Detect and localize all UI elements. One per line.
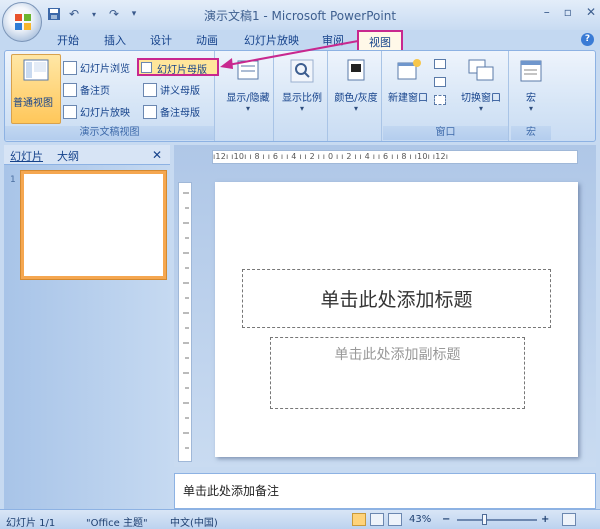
- tab-animation[interactable]: 动画: [196, 32, 218, 48]
- slide-count-status: 幻灯片 1/1: [6, 518, 56, 529]
- dropdown-arrow-icon: ▾: [299, 104, 304, 113]
- slide-master-icon: [141, 62, 152, 73]
- title-placeholder[interactable]: 单击此处添加标题: [242, 269, 551, 328]
- arrange-all-icon[interactable]: [434, 59, 446, 69]
- window-title: 演示文稿1 - Microsoft PowerPoint: [203, 9, 397, 23]
- title-bar: ↶ ▾ ↷ ▾ 演示文稿1 - Microsoft PowerPoint – ▫…: [0, 0, 600, 30]
- handout-master-label: 讲义母版: [160, 86, 200, 97]
- group-window: 新建窗口 切换窗口 ▾ 窗口: [383, 51, 509, 141]
- slides-pane: 1: [4, 165, 170, 509]
- tab-slides[interactable]: 幻灯片: [10, 148, 43, 164]
- fit-to-window-icon[interactable]: [562, 513, 576, 526]
- zoom-slider[interactable]: [457, 519, 537, 521]
- office-logo-icon: [15, 14, 31, 30]
- close-button[interactable]: ✕: [586, 5, 596, 19]
- status-bar: 幻灯片 1/1 "Office 主题" 中文(中国) 43% − +: [0, 509, 600, 529]
- slide-sorter-button[interactable]: 幻灯片浏览: [63, 60, 130, 75]
- switch-window-icon: [465, 55, 497, 87]
- arrange-buttons: [434, 59, 448, 119]
- new-window-button[interactable]: 新建窗口: [384, 55, 432, 104]
- normal-view-icon: [23, 59, 49, 81]
- tab-outline[interactable]: 大纲: [57, 148, 79, 164]
- macros-icon: [515, 55, 547, 87]
- help-icon[interactable]: ?: [581, 33, 594, 46]
- powerpoint-window: ↶ ▾ ↷ ▾ 演示文稿1 - Microsoft PowerPoint – ▫…: [0, 0, 600, 529]
- normal-view-label: 普通视图: [13, 98, 53, 109]
- slide-sorter-status-icon[interactable]: [370, 513, 384, 526]
- dropdown-arrow-icon: ▾: [478, 104, 483, 113]
- tab-view-label: 视图: [369, 36, 391, 49]
- notes-page-icon: [63, 82, 77, 97]
- zoom-out-icon[interactable]: −: [442, 514, 450, 525]
- new-window-label: 新建窗口: [388, 93, 428, 104]
- horizontal-ruler: ı12ı ı10ı ı 8 ı ı 6 ı ı 4 ı ı 2 ı ı 0 ı …: [212, 150, 578, 164]
- notes-master-button[interactable]: 备注母版: [143, 104, 200, 119]
- notes-page-button[interactable]: 备注页: [63, 82, 110, 97]
- group-macros: 宏 ▾ 宏: [511, 51, 551, 141]
- normal-view-button[interactable]: 普通视图: [11, 54, 61, 124]
- notes-pane[interactable]: 单击此处添加备注: [174, 473, 596, 509]
- slide-master-button[interactable]: 幻灯片母版: [137, 58, 219, 76]
- slide-number: 1: [10, 175, 16, 185]
- tab-view[interactable]: 视图: [357, 30, 403, 52]
- tab-design[interactable]: 设计: [150, 32, 172, 48]
- minimize-button[interactable]: –: [544, 5, 550, 19]
- zoom-in-icon[interactable]: +: [541, 514, 549, 525]
- dropdown-arrow-icon: ▾: [353, 104, 358, 113]
- group-label-views: 演示文稿视图: [5, 126, 214, 140]
- vertical-ruler: [178, 182, 192, 462]
- show-hide-label: 显示/隐藏: [226, 93, 270, 104]
- window-controls: – ▫ ✕: [544, 5, 596, 19]
- switch-window-button[interactable]: 切换窗口 ▾: [455, 55, 507, 113]
- color-gray-label: 颜色/灰度: [334, 93, 378, 104]
- slide-show-label: 幻灯片放映: [80, 108, 130, 119]
- office-button[interactable]: [2, 2, 42, 42]
- macros-button[interactable]: 宏 ▾: [513, 55, 549, 113]
- notes-master-label: 备注母版: [160, 108, 200, 119]
- normal-view-status-icon[interactable]: [352, 513, 366, 526]
- annotation-arrow: [220, 40, 359, 69]
- tab-insert[interactable]: 插入: [104, 32, 126, 48]
- slide-show-view-button[interactable]: 幻灯片放映: [63, 104, 130, 119]
- slide-pane-tabs: 幻灯片 大纲 ✕: [4, 145, 170, 165]
- restore-button[interactable]: ▫: [564, 5, 572, 19]
- group-label-window: 窗口: [383, 126, 508, 140]
- slide-sorter-label: 幻灯片浏览: [80, 64, 130, 75]
- slide-canvas[interactable]: 单击此处添加标题 单击此处添加副标题: [215, 182, 578, 457]
- new-window-icon: [392, 55, 424, 87]
- slide-show-status-icon[interactable]: [388, 513, 402, 526]
- cascade-icon[interactable]: [434, 77, 446, 87]
- group-label-macros: 宏: [511, 126, 551, 140]
- zoom-label: 显示比例: [282, 93, 322, 104]
- notes-page-label: 备注页: [80, 86, 110, 97]
- handout-master-button[interactable]: 讲义母版: [143, 82, 200, 97]
- slide-show-icon: [63, 104, 77, 119]
- move-split-icon[interactable]: [434, 95, 446, 105]
- zoom-level[interactable]: 43%: [409, 514, 431, 525]
- dropdown-arrow-icon: ▾: [245, 104, 250, 113]
- subtitle-placeholder[interactable]: 单击此处添加副标题: [270, 337, 525, 409]
- slide-thumbnail[interactable]: [21, 171, 166, 279]
- notes-master-icon: [143, 104, 157, 119]
- handout-master-icon: [143, 82, 157, 97]
- switch-window-label: 切换窗口: [461, 93, 501, 104]
- dropdown-arrow-icon: ▾: [528, 104, 533, 113]
- zoom-slider-handle[interactable]: [482, 514, 487, 525]
- theme-status: "Office 主题": [86, 518, 148, 529]
- slide-sorter-icon: [63, 60, 77, 75]
- close-pane-icon[interactable]: ✕: [152, 148, 162, 162]
- language-status[interactable]: 中文(中国): [170, 514, 218, 529]
- macros-label: 宏: [526, 93, 536, 104]
- tab-home[interactable]: 开始: [57, 32, 79, 48]
- slide-master-label: 幻灯片母版: [157, 65, 207, 76]
